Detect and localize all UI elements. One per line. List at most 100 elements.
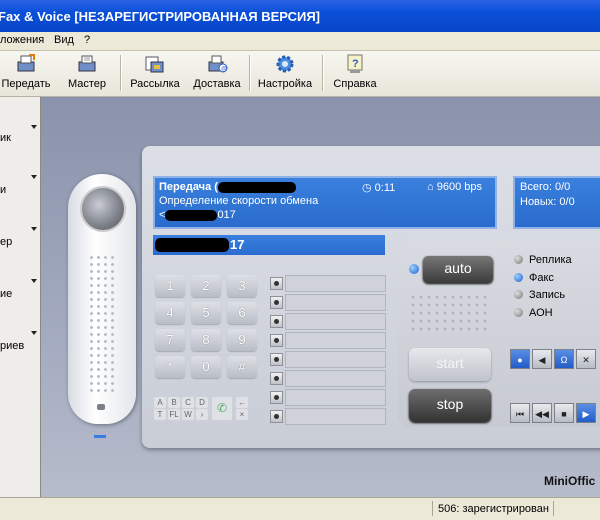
menu-item-help[interactable]: ?: [84, 34, 90, 46]
memory-button[interactable]: [270, 372, 283, 385]
clear-key[interactable]: ×: [236, 409, 248, 420]
auto-led: [409, 264, 419, 274]
send-button[interactable]: Передать: [0, 53, 52, 93]
backspace-key[interactable]: ←: [236, 397, 248, 408]
counter-new: Новых: 0/0: [520, 196, 575, 208]
memory-button[interactable]: [270, 315, 283, 328]
headset-icon[interactable]: Ω: [554, 349, 574, 369]
help-button[interactable]: ? Справка: [330, 53, 380, 93]
memory-field[interactable]: [285, 313, 386, 330]
mode-fax[interactable]: Факс: [514, 272, 554, 284]
help-icon: ?: [347, 54, 363, 73]
wizard-button[interactable]: Мастер: [64, 53, 110, 93]
speaker-icon[interactable]: ◀: [532, 349, 552, 369]
keypad: 1 2 3 4 5 6 7 8 9 * 0 #: [155, 275, 261, 385]
memory-row[interactable]: [270, 294, 386, 311]
radio-icon: [514, 290, 523, 299]
stop-square-icon[interactable]: ■: [554, 403, 574, 423]
key-6[interactable]: 6: [227, 302, 257, 324]
mode-buttons: ● ◀ Ω ✕: [510, 349, 600, 369]
mailing-button[interactable]: Рассылка: [128, 53, 182, 93]
memory-button[interactable]: [270, 391, 283, 404]
key-c[interactable]: C: [182, 397, 194, 408]
start-button[interactable]: start: [409, 348, 491, 381]
mode-caller-id[interactable]: АОН: [514, 307, 553, 319]
toolbar-separator: [322, 55, 324, 91]
key-8[interactable]: 8: [191, 329, 221, 351]
memory-field[interactable]: [285, 389, 386, 406]
toolbar-separator: [120, 55, 122, 91]
memory-row[interactable]: [270, 370, 386, 387]
memory-button[interactable]: [270, 353, 283, 366]
gear-icon: [276, 55, 294, 73]
mode-record[interactable]: Запись: [514, 289, 565, 301]
lcd-line1: Передача (: [159, 181, 218, 193]
key-9[interactable]: 9: [227, 329, 257, 351]
memory-row[interactable]: [270, 351, 386, 368]
key-t[interactable]: T: [154, 409, 166, 420]
key-3[interactable]: 3: [227, 275, 257, 297]
menu-item-applications[interactable]: ложения: [0, 34, 44, 46]
memory-row[interactable]: [270, 332, 386, 349]
key-hash[interactable]: #: [227, 356, 257, 378]
settings-button[interactable]: Настройка: [255, 53, 315, 93]
lcd-line3-suffix: 017: [217, 209, 236, 221]
memory-row[interactable]: [270, 313, 386, 330]
menu-item-view[interactable]: Вид: [54, 34, 74, 46]
record-dot-icon[interactable]: ●: [510, 349, 530, 369]
sidebar-item-1[interactable]: ик: [0, 132, 11, 144]
chevron-down-icon[interactable]: [31, 331, 37, 335]
sidebar-item-4[interactable]: ие: [0, 288, 12, 300]
handset-led: [97, 404, 105, 410]
key-5[interactable]: 5: [191, 302, 221, 324]
memory-button[interactable]: [270, 410, 283, 423]
delivery-button[interactable]: @ Доставка: [190, 53, 244, 93]
key-7[interactable]: 7: [155, 329, 185, 351]
memory-field[interactable]: [285, 332, 386, 349]
key-w[interactable]: W: [182, 409, 194, 420]
sidebar-item-2[interactable]: и: [0, 184, 6, 196]
radio-selected-icon: [514, 273, 523, 282]
skip-back-icon[interactable]: ⏮: [510, 403, 530, 423]
status-divider: [432, 501, 433, 516]
chevron-down-icon[interactable]: [31, 125, 37, 129]
memory-button[interactable]: [270, 334, 283, 347]
phone-number-field[interactable]: 17: [153, 235, 385, 255]
key-star[interactable]: *: [155, 356, 185, 378]
handset[interactable]: [68, 174, 136, 424]
memory-row[interactable]: [270, 275, 386, 292]
mute-icon[interactable]: ✕: [576, 349, 596, 369]
key-pause[interactable]: ›: [196, 409, 208, 420]
memory-button[interactable]: [270, 277, 283, 290]
key-2[interactable]: 2: [191, 275, 221, 297]
counter-total: Всего: 0/0: [520, 181, 571, 193]
memory-field[interactable]: [285, 370, 386, 387]
key-4[interactable]: 4: [155, 302, 185, 324]
toolbar: Передать Мастер Рассылка @ Доставка Наст…: [0, 51, 600, 97]
memory-button[interactable]: [270, 296, 283, 309]
memory-field[interactable]: [285, 294, 386, 311]
key-fl[interactable]: FL: [168, 409, 180, 420]
rewind-icon[interactable]: ◀◀: [532, 403, 552, 423]
chevron-down-icon[interactable]: [31, 279, 37, 283]
memory-row[interactable]: [270, 408, 386, 425]
key-a[interactable]: A: [154, 397, 166, 408]
memory-field[interactable]: [285, 408, 386, 425]
key-1[interactable]: 1: [155, 275, 185, 297]
key-b[interactable]: B: [168, 397, 180, 408]
memory-field[interactable]: [285, 275, 386, 292]
chevron-down-icon[interactable]: [31, 175, 37, 179]
mode-replica[interactable]: Реплика: [514, 254, 572, 266]
memory-field[interactable]: [285, 351, 386, 368]
chevron-down-icon[interactable]: [31, 227, 37, 231]
play-icon[interactable]: ▶: [576, 403, 596, 423]
auto-button[interactable]: auto: [423, 256, 493, 283]
stop-button[interactable]: stop: [409, 389, 491, 422]
mailing-icon: [145, 56, 164, 73]
sidebar-item-5[interactable]: риев: [0, 340, 24, 352]
phone-icon[interactable]: ✆: [212, 397, 232, 420]
sidebar-item-3[interactable]: ер: [0, 236, 12, 248]
key-0[interactable]: 0: [191, 356, 221, 378]
key-d[interactable]: D: [196, 397, 208, 408]
memory-row[interactable]: [270, 389, 386, 406]
